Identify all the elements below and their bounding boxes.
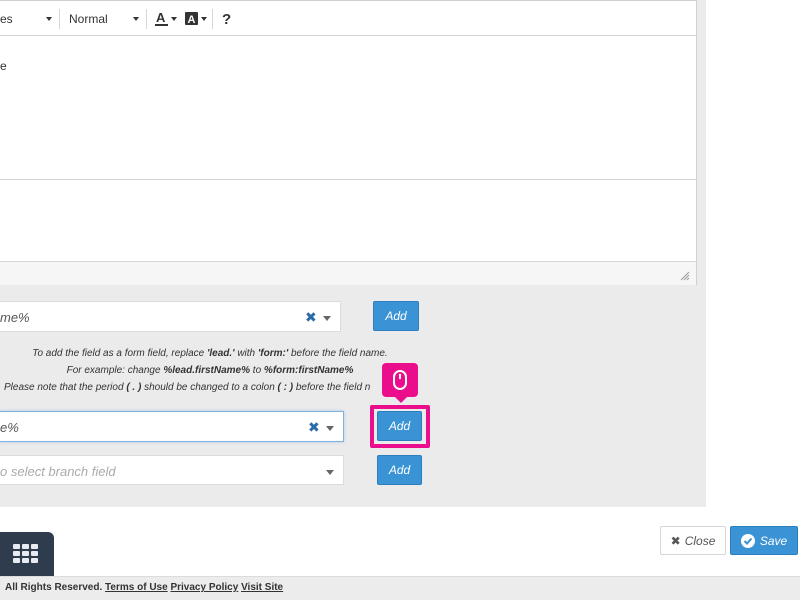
clear-icon[interactable]: ✖ [308,419,320,436]
mouse-icon [393,370,407,390]
visit-site-link[interactable]: Visit Site [241,582,283,593]
chevron-down-icon[interactable] [326,426,334,431]
help-text-line-2: For example: change %lead.firstName% to … [66,365,354,376]
help-icon: ? [222,10,232,28]
editor-statusbar [0,261,696,285]
add-branch-field-button[interactable]: Add [377,455,422,485]
svg-text:A: A [188,14,196,26]
save-button[interactable]: Save [730,526,798,555]
editor-secondary-area[interactable] [0,181,696,261]
form-panel: es Normal A A ? e me% ✖ Add To add the f… [0,0,706,507]
branch-field-placeholder: o select branch field [0,464,116,479]
help-button[interactable]: ? [222,10,231,28]
app-launcher-button[interactable] [0,532,54,576]
editor-toolbar: es Normal A A ? [0,1,696,36]
chevron-down-icon [171,17,177,21]
resize-handle-icon[interactable] [680,271,690,281]
lead-field-value: me% [0,310,30,325]
check-circle-icon [740,533,755,548]
chevron-down-icon [133,17,139,21]
toolbar-divider [146,9,147,29]
text-color-button[interactable]: A [155,10,177,28]
chevron-down-icon [201,17,207,21]
lead-field-select[interactable]: me% ✖ [0,301,341,332]
toolbar-divider [212,9,213,29]
grid-icon [13,544,38,563]
editor-text: e [0,59,7,73]
copyright-text: All Rights Reserved. [5,582,103,593]
chevron-down-icon[interactable] [326,470,334,475]
terms-link[interactable]: Terms of Use [105,582,168,593]
text-color-icon: A [155,11,168,26]
chevron-down-icon[interactable] [323,316,331,321]
form-field-select[interactable]: e% ✖ [0,411,344,442]
mouse-click-indicator [382,363,418,403]
background-color-icon: A [185,12,198,26]
clear-icon[interactable]: ✖ [305,309,317,326]
font-size-label: Normal [69,12,108,26]
background-color-button[interactable]: A [185,10,207,28]
privacy-link[interactable]: Privacy Policy [170,582,238,593]
close-icon: ✖ [670,533,681,548]
branch-field-select[interactable]: o select branch field [0,455,344,485]
close-button[interactable]: ✖ Close [660,526,726,555]
rich-text-editor: es Normal A A ? e [0,0,697,285]
form-field-value: e% [0,420,19,435]
svg-text:A: A [156,11,166,25]
font-size-select[interactable]: Normal [69,10,139,28]
help-text-line-3: Please note that the period ( . ) should… [4,382,371,393]
editor-content-area[interactable]: e [0,37,696,180]
add-lead-field-button[interactable]: Add [373,301,419,331]
page-footer: All Rights Reserved. Terms of Use Privac… [0,576,800,600]
font-family-select[interactable]: es [0,10,52,28]
help-text-line-1: To add the field as a form field, replac… [32,348,388,359]
chevron-down-icon [46,17,52,21]
save-button-label: Save [759,533,788,548]
close-button-label: Close [684,533,716,548]
font-family-label: es [0,12,13,26]
toolbar-divider [59,9,60,29]
click-highlight [370,405,430,448]
